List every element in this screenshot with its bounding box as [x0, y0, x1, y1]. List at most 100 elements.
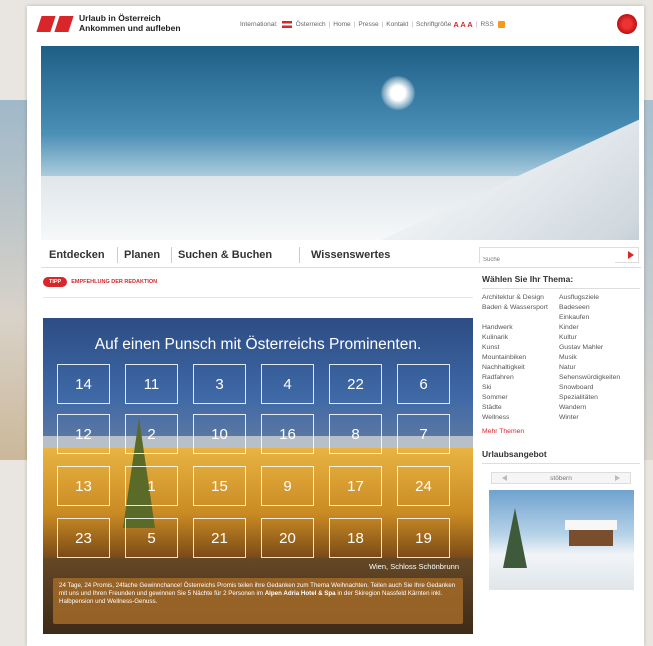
theme-link[interactable]: Ski	[482, 384, 559, 392]
main-nav: Entdecken Planen Suchen & Buchen Wissens…	[41, 242, 641, 268]
theme-link[interactable]: Baden & Wassersport	[482, 304, 559, 312]
advent-calendar-promo[interactable]: Auf einen Punsch mit Österreichs Promine…	[43, 318, 473, 634]
calendar-door[interactable]: 22	[329, 364, 382, 404]
theme-link[interactable]: Städte	[482, 404, 559, 412]
theme-link[interactable]: Winter	[559, 414, 640, 422]
theme-link[interactable]: Kinder	[559, 324, 640, 332]
theme-link[interactable]: Badeseen	[559, 304, 640, 312]
logo-text[interactable]: Urlaub in Österreich Ankommen und aufleb…	[79, 13, 181, 33]
calendar-door[interactable]: 11	[125, 364, 178, 404]
offer-pager: stöbern	[491, 472, 631, 484]
calendar-door[interactable]: 3	[193, 364, 246, 404]
theme-list: Architektur & Design Ausflugsziele Baden &…	[482, 294, 640, 422]
calendar-door[interactable]: 5	[125, 518, 178, 558]
calendar-door[interactable]: 2	[125, 414, 178, 454]
calendar-door[interactable]: 7	[397, 414, 450, 454]
calendar-door[interactable]: 13	[57, 466, 110, 506]
pager-label[interactable]: stöbern	[550, 475, 572, 482]
tip-row: TIPP EMPFEHLUNG DER REDAKTION	[43, 276, 157, 288]
more-themes-link[interactable]: Mehr Themen	[482, 428, 640, 435]
sidebar: Wählen Sie Ihr Thema: Architektur & Desi…	[482, 274, 640, 590]
theme-link[interactable]: Spezialitäten	[559, 394, 640, 402]
nav-wissenswertes[interactable]: Wissenswertes	[311, 249, 390, 261]
theme-link[interactable]: Handwerk	[482, 324, 559, 332]
calendar-door[interactable]: 4	[261, 364, 314, 404]
nav-divider	[299, 247, 300, 263]
promo-desc-hotel[interactable]: Alpen Adria Hotel & Spa	[265, 590, 336, 597]
font-size-buttons[interactable]: A A A	[453, 20, 472, 29]
calendar-door[interactable]: 24	[397, 466, 450, 506]
search-arrow-icon[interactable]	[628, 251, 634, 259]
theme-link[interactable]: Natur	[559, 364, 640, 372]
photo-caption: Wien, Schloss Schönbrunn	[368, 562, 459, 571]
theme-link[interactable]: Wandern	[559, 404, 640, 412]
theme-link[interactable]: Sommer	[482, 394, 559, 402]
theme-link[interactable]: Sehenswürdigkeiten	[559, 374, 640, 382]
calendar-door[interactable]: 6	[397, 364, 450, 404]
theme-link[interactable]: Kultur	[559, 334, 640, 342]
theme-heading: Wählen Sie Ihr Thema:	[482, 274, 640, 289]
calendar-door[interactable]: 18	[329, 518, 382, 558]
urlaubsangebot-heading: Urlaubsangebot	[482, 449, 640, 464]
theme-link[interactable]: Kulinarik	[482, 334, 559, 342]
logo-line-2: Ankommen und aufleben	[79, 22, 181, 33]
nav-divider	[117, 247, 118, 263]
calendar-door[interactable]: 9	[261, 466, 314, 506]
promo-title: Auf einen Punsch mit Österreichs Promine…	[94, 336, 422, 353]
link-presse[interactable]: Presse	[358, 21, 378, 28]
logo-flag-icon[interactable]	[36, 16, 74, 32]
background-strip-right	[644, 100, 653, 460]
theme-link[interactable]: Musik	[559, 354, 640, 362]
nav-entdecken[interactable]: Entdecken	[49, 249, 105, 261]
calendar-door[interactable]: 19	[397, 518, 450, 558]
link-oesterreich[interactable]: Österreich	[296, 21, 326, 28]
link-rss[interactable]: RSS	[480, 21, 493, 28]
calendar-door[interactable]: 20	[261, 518, 314, 558]
header: Urlaub in Österreich Ankommen und aufleb…	[27, 6, 644, 44]
nav-planen[interactable]: Planen	[124, 249, 160, 261]
calendar-door[interactable]: 1	[125, 466, 178, 506]
tip-label[interactable]: EMPFEHLUNG DER REDAKTION	[71, 279, 157, 285]
link-home[interactable]: Home	[333, 21, 350, 28]
theme-link[interactable]: Snowboard	[559, 384, 640, 392]
calendar-door[interactable]: 17	[329, 466, 382, 506]
prev-arrow-icon[interactable]	[502, 475, 507, 481]
theme-link[interactable]: Gustav Mahler	[559, 344, 640, 352]
theme-link[interactable]: Radfahren	[482, 374, 559, 382]
font-size-label: Schriftgröße	[416, 21, 452, 28]
hero-image	[41, 46, 639, 240]
calendar-door[interactable]: 10	[193, 414, 246, 454]
rss-icon[interactable]	[497, 21, 505, 28]
theme-link[interactable]: Mountainbiken	[482, 354, 559, 362]
hut	[568, 528, 613, 546]
hut-roof	[564, 520, 617, 530]
theme-link[interactable]: Kunst	[482, 344, 559, 352]
international-label: International:	[240, 21, 278, 28]
theme-link[interactable]: Ausflugsziele	[559, 294, 640, 302]
calendar-door[interactable]: 12	[57, 414, 110, 454]
background-strip-left	[0, 100, 27, 460]
calendar-door[interactable]: 14	[57, 364, 110, 404]
nav-suchen-buchen[interactable]: Suchen & Buchen	[178, 249, 272, 261]
snowflake-icon[interactable]	[617, 14, 637, 34]
search-input[interactable]	[480, 253, 615, 267]
sun-glare	[381, 76, 415, 110]
link-kontakt[interactable]: Kontakt	[386, 21, 408, 28]
theme-link[interactable]: Wellness	[482, 414, 559, 422]
calendar-door[interactable]: 16	[261, 414, 314, 454]
page: Urlaub in Österreich Ankommen und aufleb…	[27, 6, 644, 646]
top-nav: International: Österreich | Home | Press…	[240, 20, 505, 29]
calendar-door[interactable]: 8	[329, 414, 382, 454]
calendar-door[interactable]: 21	[193, 518, 246, 558]
calendar-door[interactable]: 15	[193, 466, 246, 506]
promo-description: 24 Tage, 24 Promis, 24fache Gewinnchance…	[53, 578, 463, 624]
theme-link	[482, 314, 559, 322]
calendar-door[interactable]: 23	[57, 518, 110, 558]
offer-image[interactable]	[488, 490, 634, 590]
theme-link[interactable]: Einkaufen	[559, 314, 640, 322]
austria-flag-icon[interactable]	[281, 21, 292, 28]
theme-link[interactable]: Nachhaltigkeit	[482, 364, 559, 372]
next-arrow-icon[interactable]	[615, 475, 620, 481]
theme-link[interactable]: Architektur & Design	[482, 294, 559, 302]
search-box	[479, 247, 639, 267]
